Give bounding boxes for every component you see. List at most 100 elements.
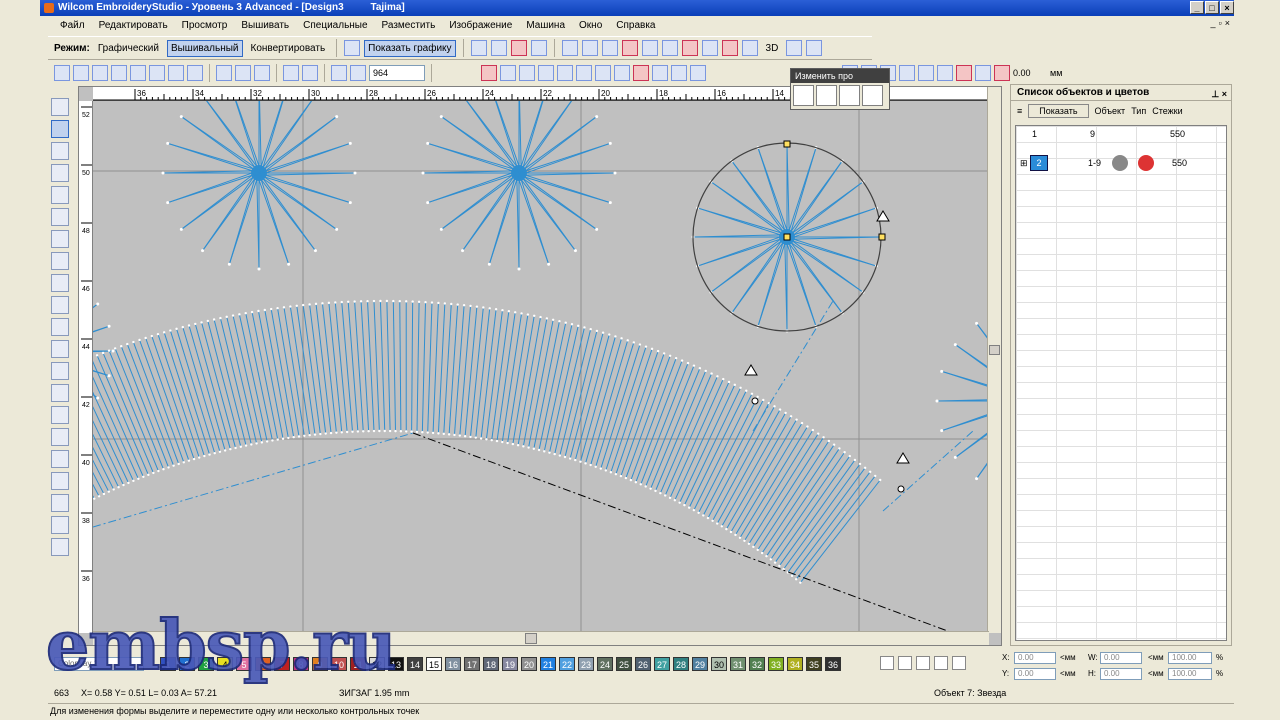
x-field[interactable]: 0.00 bbox=[1014, 652, 1056, 664]
needle-icon[interactable] bbox=[481, 65, 497, 81]
menu-machine[interactable]: Машина bbox=[526, 19, 565, 32]
offset-tool-icon[interactable] bbox=[51, 384, 69, 402]
mdi-restore-button[interactable]: ▫ bbox=[1219, 18, 1222, 28]
menu-window[interactable]: Окно bbox=[579, 19, 602, 32]
new-file-icon[interactable] bbox=[54, 65, 70, 81]
color-icon[interactable] bbox=[652, 65, 668, 81]
effect-icon[interactable] bbox=[721, 40, 738, 56]
fill-icon[interactable] bbox=[601, 40, 618, 56]
mdi-close-button[interactable]: × bbox=[1225, 18, 1230, 28]
align-icon[interactable] bbox=[994, 65, 1010, 81]
color-swatch[interactable]: 28 bbox=[673, 657, 689, 671]
color-swatch[interactable]: 32 bbox=[749, 657, 765, 671]
cut-icon[interactable] bbox=[216, 65, 232, 81]
align-icon[interactable] bbox=[975, 65, 991, 81]
y-field[interactable]: 0.00 bbox=[1014, 668, 1056, 680]
branch-tool-icon[interactable] bbox=[51, 450, 69, 468]
pattern-tool-icon[interactable] bbox=[51, 516, 69, 534]
h-field[interactable]: 0.00 bbox=[1100, 668, 1142, 680]
fill-icon[interactable] bbox=[561, 40, 578, 56]
collapse-icon[interactable]: ≡ bbox=[1017, 106, 1022, 116]
color-swatch[interactable]: 33 bbox=[768, 657, 784, 671]
horizontal-scroll-thumb[interactable] bbox=[525, 633, 537, 644]
effect-icon[interactable] bbox=[661, 40, 678, 56]
pattern-tool-icon[interactable] bbox=[51, 538, 69, 556]
grid-icon[interactable] bbox=[595, 65, 611, 81]
mode-graphics-button[interactable]: Графический bbox=[94, 40, 163, 57]
expand-icon[interactable]: ⊞ bbox=[1020, 158, 1028, 169]
color-swatch[interactable]: 25 bbox=[616, 657, 632, 671]
satin-tool-icon[interactable] bbox=[51, 164, 69, 182]
menu-view[interactable]: Просмотр bbox=[182, 19, 228, 32]
points-icon[interactable] bbox=[557, 65, 573, 81]
table-row[interactable]: 1 9 550 bbox=[1016, 126, 1226, 142]
color-swatch[interactable]: 35 bbox=[806, 657, 822, 671]
reshape-scale-icon[interactable] bbox=[816, 85, 837, 106]
menu-help[interactable]: Справка bbox=[616, 19, 655, 32]
globe-icon[interactable] bbox=[344, 40, 361, 56]
effect-icon[interactable] bbox=[701, 40, 718, 56]
align-icon[interactable] bbox=[899, 65, 915, 81]
print-preview-icon[interactable] bbox=[149, 65, 165, 81]
save-icon[interactable] bbox=[92, 65, 108, 81]
minimize-button[interactable]: _ bbox=[1190, 1, 1204, 14]
color-swatch[interactable]: 24 bbox=[597, 657, 613, 671]
export-icon[interactable] bbox=[168, 65, 184, 81]
remove-color-icon[interactable] bbox=[898, 656, 912, 670]
fill-icon[interactable] bbox=[581, 40, 598, 56]
menu-stitch[interactable]: Вышивать bbox=[241, 19, 289, 32]
line-tool-icon[interactable] bbox=[51, 230, 69, 248]
color-swatch[interactable]: 27 bbox=[654, 657, 670, 671]
appliqué-tool-icon[interactable] bbox=[51, 362, 69, 380]
color-swatch[interactable]: 20 bbox=[521, 657, 537, 671]
w-percent-field[interactable]: 100.00 bbox=[1168, 652, 1212, 664]
color-icon[interactable] bbox=[633, 65, 649, 81]
mdi-minimize-button[interactable]: _ bbox=[1211, 18, 1216, 28]
fill-tool-icon[interactable] bbox=[51, 186, 69, 204]
zoom-input[interactable]: 964 bbox=[369, 65, 425, 81]
color-swatch[interactable]: 23 bbox=[578, 657, 594, 671]
show-graphics-button[interactable]: Показать графику bbox=[364, 39, 456, 57]
color-swatch[interactable]: 15 bbox=[426, 657, 442, 671]
effect-icon[interactable] bbox=[641, 40, 658, 56]
stitch-view-icon[interactable] bbox=[500, 65, 516, 81]
color-swatch[interactable]: 17 bbox=[464, 657, 480, 671]
pin-icon[interactable]: ⊥ bbox=[1211, 89, 1219, 99]
stitch-type-icon[interactable] bbox=[530, 40, 547, 56]
menu-image[interactable]: Изображение bbox=[449, 19, 512, 32]
color-swatch[interactable]: 34 bbox=[787, 657, 803, 671]
run-tool-icon[interactable] bbox=[51, 142, 69, 160]
color-swatch[interactable]: 14 bbox=[407, 657, 423, 671]
color-swatch[interactable]: 19 bbox=[502, 657, 518, 671]
object-color-chip[interactable]: 2 bbox=[1030, 155, 1048, 171]
color-swatch[interactable]: 18 bbox=[483, 657, 499, 671]
view-icon[interactable] bbox=[690, 65, 706, 81]
zoom-box-icon[interactable] bbox=[350, 65, 366, 81]
redo-icon[interactable] bbox=[302, 65, 318, 81]
print-icon[interactable] bbox=[130, 65, 146, 81]
panel-close-icon[interactable]: × bbox=[1222, 89, 1227, 99]
pattern-tool-icon[interactable] bbox=[51, 494, 69, 512]
color-swatch[interactable]: 31 bbox=[730, 657, 746, 671]
menu-arrange[interactable]: Разместить bbox=[382, 19, 436, 32]
outline-icon[interactable] bbox=[538, 65, 554, 81]
table-row[interactable]: ⊞ 2 1-9 550 bbox=[1016, 152, 1226, 174]
open-file-icon[interactable] bbox=[73, 65, 89, 81]
column-tool-icon[interactable] bbox=[51, 208, 69, 226]
design-canvas[interactable]: 36343230282624222018161412 5250484644424… bbox=[0, 75, 1131, 646]
grid-icon[interactable] bbox=[576, 65, 592, 81]
color-swatch[interactable]: 36 bbox=[825, 657, 841, 671]
align-icon[interactable] bbox=[918, 65, 934, 81]
outline-icon[interactable] bbox=[519, 65, 535, 81]
maximize-button[interactable]: □ bbox=[1205, 1, 1219, 14]
show-button[interactable]: Показать bbox=[1028, 104, 1089, 118]
menu-special[interactable]: Специальные bbox=[303, 19, 367, 32]
menu-file[interactable]: Файл bbox=[60, 19, 85, 32]
send-icon[interactable] bbox=[187, 65, 203, 81]
color-blend-icon[interactable] bbox=[934, 656, 948, 670]
stitch-length-input[interactable]: 0.00 bbox=[1013, 65, 1047, 81]
pattern-tool-icon[interactable] bbox=[51, 472, 69, 490]
star-tool-icon[interactable] bbox=[51, 274, 69, 292]
add-color-icon[interactable] bbox=[880, 656, 894, 670]
embroidery-design[interactable] bbox=[0, 75, 1131, 634]
